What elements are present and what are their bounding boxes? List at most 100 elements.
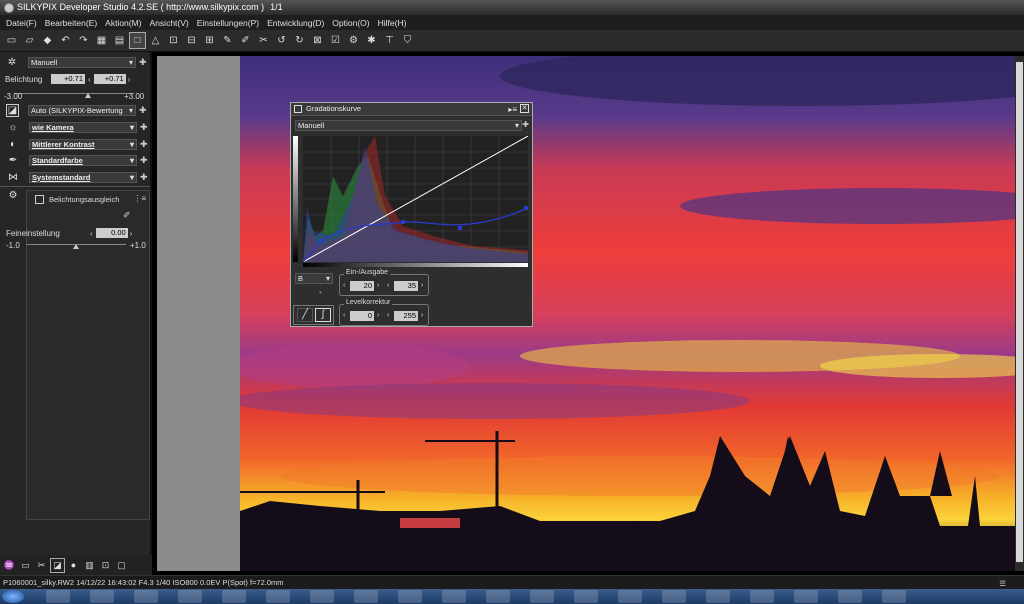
preview-view-icon[interactable]: □	[129, 32, 146, 49]
taskbar-explorer-icon[interactable]	[46, 590, 70, 603]
wb-plus-icon[interactable]: ✚	[140, 122, 148, 133]
exposure-value-1[interactable]: +0.71	[51, 74, 85, 84]
dropper-icon[interactable]: ✐	[237, 32, 254, 49]
combined-view-icon[interactable]: ▤	[111, 32, 128, 49]
output-value[interactable]: 35	[394, 281, 418, 291]
taskbar-app-icon[interactable]	[794, 590, 818, 603]
spline-curve-icon[interactable]: ∫	[315, 308, 331, 322]
white-balance-select[interactable]: wie Kamera	[29, 121, 137, 133]
taskbar-app-icon[interactable]	[574, 590, 598, 603]
export-icon[interactable]: ⊟	[183, 32, 200, 49]
taskbar-app-icon[interactable]	[354, 590, 378, 603]
hammer-icon[interactable]: ⊤	[381, 32, 398, 49]
taskbar-app-icon[interactable]	[222, 590, 246, 603]
vertical-scrollbar[interactable]	[1015, 56, 1024, 571]
taskbar-app-icon[interactable]	[442, 590, 466, 603]
sharpness-plus-icon[interactable]: ✚	[140, 172, 148, 183]
brush-icon[interactable]: ✒	[6, 153, 20, 167]
crop-icon[interactable]: ✂	[255, 32, 272, 49]
gear-icon[interactable]: ✲	[5, 55, 19, 69]
in-arrow-right-icon[interactable]: ›	[377, 281, 379, 291]
level-max-arrow-right-icon[interactable]: ›	[421, 311, 423, 321]
fit-screen-icon[interactable]: ⊡	[98, 558, 113, 573]
linear-curve-icon[interactable]: ╱	[297, 308, 313, 322]
sharpness-select[interactable]: Systemstandard	[29, 171, 137, 183]
menu-help[interactable]: Hilfe(H)	[374, 18, 411, 28]
panel-menu-icon[interactable]: ⋮≡	[133, 194, 146, 203]
menu-develop[interactable]: Entwicklung(D)	[263, 18, 328, 28]
out-arrow-right-icon[interactable]: ›	[421, 281, 423, 291]
menu-edit[interactable]: Bearbeiten(E)	[41, 18, 101, 28]
menu-option[interactable]: Option(O)	[328, 18, 373, 28]
input-value[interactable]: 20	[350, 281, 374, 291]
shield-icon[interactable]: ⛉	[399, 32, 416, 49]
fine-arrow-right-icon[interactable]: ›	[130, 229, 133, 238]
in-arrow-left-icon[interactable]: ‹	[343, 281, 345, 291]
contrast-plus-icon[interactable]: ✚	[140, 139, 148, 150]
warning-icon[interactable]: △	[147, 32, 164, 49]
exposure-arrow-left-icon[interactable]: ‹	[88, 75, 91, 84]
exposure-icon[interactable]: ◪	[6, 104, 19, 117]
taskbar-app-icon[interactable]	[530, 590, 554, 603]
mark-icon[interactable]: ⊡	[165, 32, 182, 49]
close-icon[interactable]: ✕	[520, 104, 529, 113]
pipette-icon[interactable]: ✐	[123, 210, 131, 221]
scroll-thumb[interactable]	[1016, 62, 1023, 562]
taskbar-app-icon[interactable]	[398, 590, 422, 603]
fine-value[interactable]: 0.00	[95, 228, 128, 238]
exposure-arrow-right-icon[interactable]: ›	[128, 75, 131, 84]
curve-editor[interactable]	[302, 135, 529, 263]
thumbnail-view-icon[interactable]: ▦	[93, 32, 110, 49]
exposure-value-2[interactable]: +0.71	[93, 74, 126, 84]
sphere-icon[interactable]: ●	[66, 558, 81, 573]
preset-plus-icon[interactable]: ✚	[139, 57, 147, 68]
exposure-slider-knob[interactable]	[85, 93, 92, 98]
fit-icon[interactable]: ⊠	[309, 32, 326, 49]
taskbar-app-icon[interactable]	[178, 590, 202, 603]
contrast-select[interactable]: Mittlerer Kontrast	[29, 138, 137, 150]
menu-file[interactable]: Datei(F)	[2, 18, 41, 28]
sun-icon[interactable]: ☼	[6, 120, 20, 134]
crop-tool-icon[interactable]: ✂	[34, 558, 49, 573]
image-icon[interactable]: ▢	[114, 558, 129, 573]
fine-arrow-left-icon[interactable]: ‹	[90, 229, 93, 238]
level-min-arrow-left-icon[interactable]: ‹	[343, 311, 345, 321]
curve-mode-select[interactable]: Manuell	[295, 120, 522, 131]
folder-icon[interactable]: ▱	[21, 32, 38, 49]
level-min-value[interactable]: 0	[350, 311, 374, 321]
exposure-slider-track[interactable]	[14, 93, 134, 94]
curve-tool-icon[interactable]: ◪	[50, 557, 65, 573]
level-max-arrow-left-icon[interactable]: ‹	[387, 311, 389, 321]
eraser-icon[interactable]: ◆	[39, 32, 56, 49]
redo-icon[interactable]: ↷	[75, 32, 92, 49]
taskbar-app-icon[interactable]	[750, 590, 774, 603]
tools-icon[interactable]: ⚙	[6, 188, 20, 202]
levels-icon[interactable]: ▥	[82, 558, 97, 573]
taskbar-firefox-icon[interactable]	[310, 590, 334, 603]
level-min-arrow-right-icon[interactable]: ›	[377, 311, 379, 321]
undo-icon[interactable]: ↶	[57, 32, 74, 49]
level-max-value[interactable]: 255	[394, 311, 418, 321]
taskbar-app-icon[interactable]	[882, 590, 906, 603]
taskbar-app-icon[interactable]	[486, 590, 510, 603]
taskbar-app-icon[interactable]	[618, 590, 642, 603]
menu-action[interactable]: Aktion(M)	[101, 18, 145, 28]
color-select[interactable]: Standardfarbe	[29, 154, 137, 166]
taskbar-app-icon[interactable]	[706, 590, 730, 603]
check-icon[interactable]: ☑	[327, 32, 344, 49]
taskbar-app-icon[interactable]	[662, 590, 686, 603]
picker-icon[interactable]: ✎	[219, 32, 236, 49]
exposure-rating-select[interactable]: Auto (SILKYPIX-Bewertung	[28, 105, 136, 116]
contrast-icon[interactable]: ◐	[6, 137, 20, 151]
preset-select[interactable]: Manuell	[28, 56, 136, 68]
taskbar-browser-icon[interactable]	[134, 590, 158, 603]
histogram-icon[interactable]: ♒	[2, 558, 17, 573]
dialog-menu-icon[interactable]: ▸≡	[508, 104, 517, 116]
color-plus-icon[interactable]: ✚	[140, 155, 148, 166]
rotate-right-icon[interactable]: ↻	[291, 32, 308, 49]
taskbar-opera-icon[interactable]	[266, 590, 290, 603]
taskbar-app-icon[interactable]	[90, 590, 114, 603]
open-folder-icon[interactable]: ▭	[3, 32, 20, 49]
sharpness-icon[interactable]: ⋈	[6, 170, 20, 184]
menu-settings[interactable]: Einstellungen(P)	[193, 18, 263, 28]
